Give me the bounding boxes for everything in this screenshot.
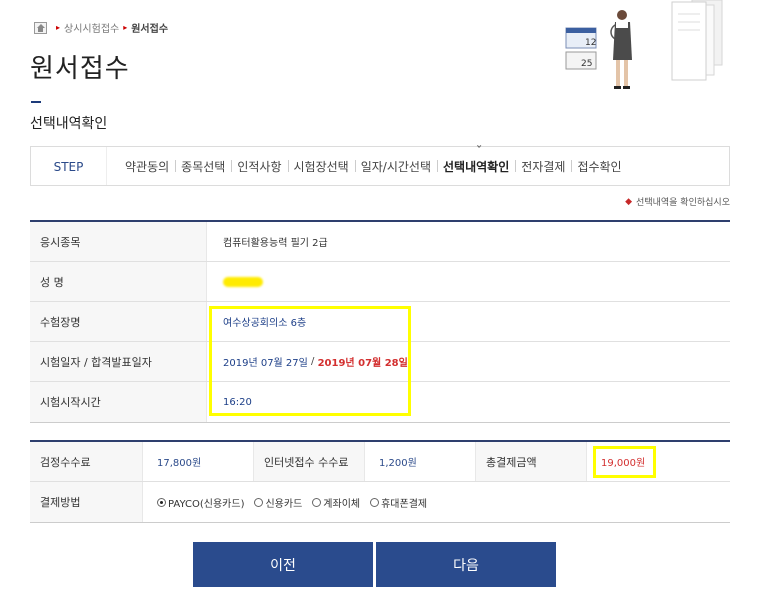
step-item-subject: 종목선택 bbox=[175, 158, 231, 175]
table-row: 응시종목 컴퓨터활용능력 필기 2급 bbox=[30, 222, 730, 262]
calendar-icon: 12 25 bbox=[565, 27, 597, 70]
document-stack-icon bbox=[671, 0, 723, 81]
online-fee-label: 인터넷접수 수수료 bbox=[253, 442, 365, 481]
step-item-datetime: 일자/시간선택 bbox=[354, 158, 437, 175]
step-item-terms: 약관동의 bbox=[125, 159, 170, 174]
name-label: 성 명 bbox=[30, 262, 207, 301]
page-title: 원서접수 bbox=[30, 54, 130, 84]
breadcrumb-item[interactable]: 상시시험접수 bbox=[64, 20, 119, 35]
start-time-label: 시험시작시간 bbox=[30, 382, 207, 422]
payment-option-label: 휴대폰결제 bbox=[381, 498, 428, 510]
payment-option-label: 신용카드 bbox=[265, 498, 303, 510]
notice-text: 선택내역을 확인하십시오 bbox=[636, 198, 730, 208]
section-title: 선택내역확인 bbox=[30, 116, 108, 132]
crumb-separator-icon: ▸ bbox=[56, 23, 61, 32]
woman-figure-icon bbox=[613, 10, 632, 89]
exam-type-label: 응시종목 bbox=[30, 222, 207, 261]
payment-option-payco[interactable]: PAYCO(신용카드) bbox=[157, 495, 244, 510]
notice: ◆ 선택내역을 확인하십시오 bbox=[625, 195, 730, 209]
name-value-cell bbox=[207, 262, 730, 301]
exam-illustration: 12 25 bbox=[565, 0, 723, 89]
prev-button[interactable]: 이전 bbox=[193, 542, 373, 587]
step-item-confirm: 선택내역확인 bbox=[437, 144, 515, 175]
svg-text:25: 25 bbox=[581, 59, 592, 69]
svg-text:12: 12 bbox=[585, 38, 596, 48]
step-item-payment: 전자결제 bbox=[515, 158, 571, 175]
payment-options: PAYCO(신용카드) 신용카드 계좌이체 휴대폰결제 bbox=[143, 482, 730, 522]
step-item-complete: 접수확인 bbox=[571, 158, 627, 175]
diamond-bullet-icon: ◆ bbox=[625, 196, 633, 207]
highlight-box bbox=[593, 446, 656, 478]
crumb-separator-icon: ▸ bbox=[123, 23, 128, 32]
total-label: 총결제금액 bbox=[475, 442, 587, 481]
breadcrumb-current: 원서접수 bbox=[131, 24, 169, 35]
radio-icon[interactable] bbox=[370, 497, 380, 507]
date-label: 시험일자 / 합격발표일자 bbox=[30, 342, 207, 381]
payment-option-phone[interactable]: 휴대폰결제 bbox=[370, 495, 427, 510]
table-row: 결제방법 PAYCO(신용카드) 신용카드 계좌이체 휴대폰결제 bbox=[30, 482, 730, 522]
next-button[interactable]: 다음 bbox=[376, 542, 556, 587]
redacted-name bbox=[223, 276, 263, 287]
highlight-box bbox=[209, 306, 411, 416]
step-item-personal: 인적사항 bbox=[231, 158, 287, 175]
breadcrumb: ▸ 상시시험접수 ▸ 원서접수 bbox=[34, 20, 168, 35]
radio-selected-icon[interactable] bbox=[157, 497, 166, 507]
online-fee-value: 1,200원 bbox=[379, 458, 417, 469]
exam-type-value: 컴퓨터활용능력 필기 2급 bbox=[223, 238, 328, 249]
title-accent-bar bbox=[31, 101, 41, 103]
payment-option-label: PAYCO(신용카드) bbox=[168, 498, 245, 510]
payment-option-card[interactable]: 신용카드 bbox=[254, 495, 302, 510]
table-row: 성 명 bbox=[30, 262, 730, 302]
step-bar: STEP 약관동의 종목선택 인적사항 시험장선택 일자/시간선택 선택내역확인… bbox=[30, 144, 730, 186]
home-icon[interactable] bbox=[34, 21, 47, 34]
payment-method-label: 결제방법 bbox=[30, 482, 143, 522]
venue-label: 수험장명 bbox=[30, 302, 207, 341]
exam-fee-label: 검정수수료 bbox=[30, 442, 143, 481]
radio-icon[interactable] bbox=[312, 497, 322, 507]
exam-fee-value: 17,800원 bbox=[157, 458, 202, 469]
payment-option-label: 계좌이체 bbox=[323, 498, 361, 510]
step-label: STEP bbox=[31, 147, 107, 185]
radio-icon[interactable] bbox=[254, 497, 264, 507]
payment-option-transfer[interactable]: 계좌이체 bbox=[312, 495, 360, 510]
step-item-venue: 시험장선택 bbox=[287, 158, 355, 175]
